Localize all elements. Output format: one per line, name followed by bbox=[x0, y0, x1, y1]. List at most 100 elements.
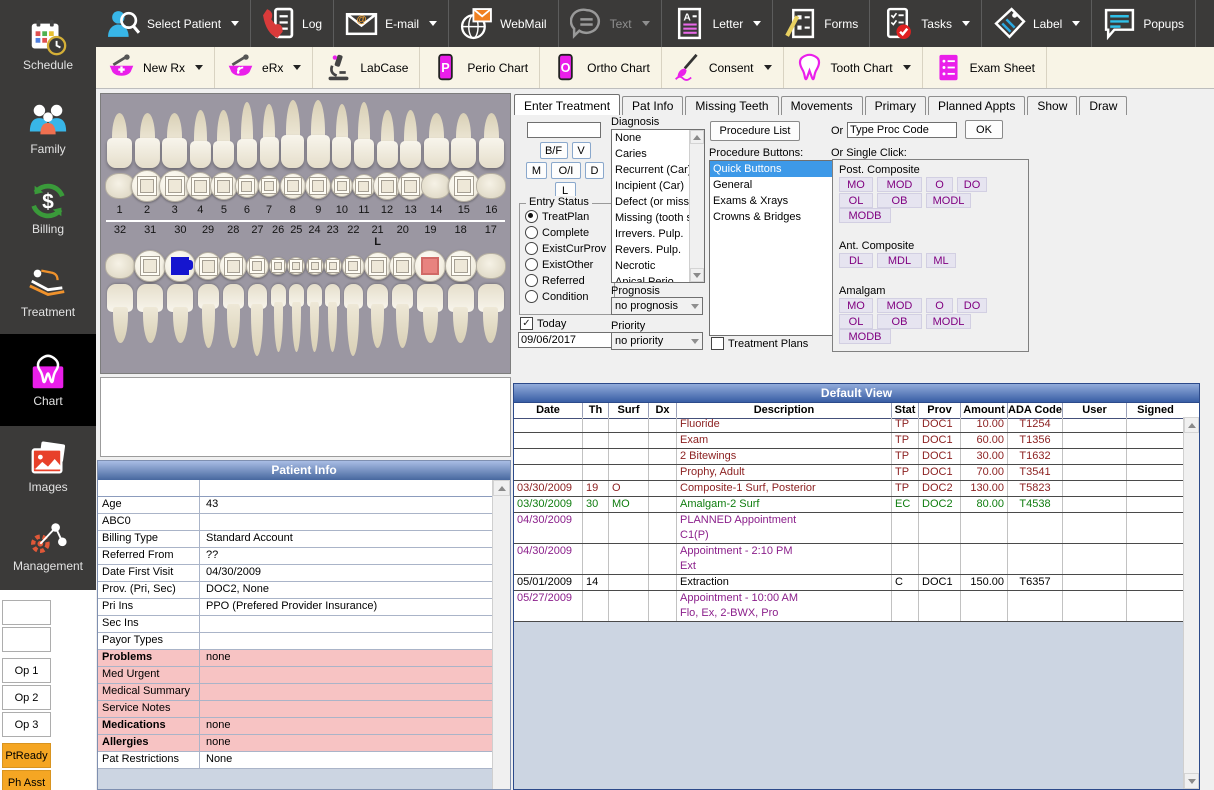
dropdown-arrow-icon[interactable] bbox=[293, 65, 301, 70]
patient-info-row-med-urgent[interactable]: Med Urgent bbox=[98, 667, 493, 684]
table-column-header-date[interactable]: Date bbox=[514, 403, 582, 418]
occlusal-square-marker[interactable] bbox=[327, 260, 339, 272]
tooth-8-graphic[interactable] bbox=[281, 98, 304, 168]
table-column-header-user[interactable]: User bbox=[1062, 403, 1126, 418]
quick-proc-button-post-mod[interactable]: MOD bbox=[877, 177, 922, 192]
tooth-23-graphic[interactable] bbox=[325, 284, 340, 368]
molar-occlusal-surface[interactable] bbox=[421, 173, 451, 199]
tooth-column-14[interactable]: 14 bbox=[423, 98, 450, 217]
tooth-chart-circle[interactable] bbox=[414, 250, 446, 282]
surface-button-v[interactable]: V bbox=[572, 142, 591, 159]
patient-info-row-abc0[interactable]: ABC0 bbox=[98, 514, 493, 531]
tooth-31-graphic[interactable] bbox=[137, 284, 163, 368]
patient-info-row-pat-restrictions[interactable]: Pat RestrictionsNone bbox=[98, 752, 493, 769]
toolbar-button-consent[interactable]: Consent bbox=[662, 47, 784, 88]
tooth-column-15[interactable]: 15 bbox=[450, 98, 477, 217]
occlusal-square-marker[interactable] bbox=[379, 178, 396, 195]
tooth-26-graphic[interactable] bbox=[271, 284, 286, 368]
tooth-3-graphic[interactable] bbox=[162, 98, 187, 168]
dropdown-arrow-icon[interactable] bbox=[962, 21, 970, 26]
patient-info-row-problems[interactable]: Problemsnone bbox=[98, 650, 493, 667]
dropdown-arrow-icon[interactable] bbox=[429, 21, 437, 26]
diagnosis-item[interactable]: Revers. Pulp. bbox=[612, 242, 690, 258]
toolbar-button-popups[interactable]: Popups bbox=[1092, 0, 1196, 47]
toolbar-button-text[interactable]: Text bbox=[559, 0, 662, 47]
toolbar-button-exam-sheet[interactable]: Exam Sheet bbox=[923, 47, 1047, 88]
quick-proc-button-amalgam-modl[interactable]: MODL bbox=[926, 314, 971, 329]
occlusal-square-marker[interactable] bbox=[452, 257, 470, 275]
tooth-chart-circle[interactable] bbox=[287, 257, 305, 275]
tooth-chart-circle[interactable] bbox=[305, 173, 331, 199]
occlusal-square-marker[interactable] bbox=[225, 258, 242, 275]
patient-info-row-service-notes[interactable]: Service Notes bbox=[98, 701, 493, 718]
tooth-column-31[interactable]: 31 bbox=[136, 224, 164, 368]
sidebar-item-treatment[interactable]: Treatment bbox=[0, 248, 96, 334]
tooth-column-9[interactable]: 9 bbox=[306, 98, 331, 217]
tooth-column-8[interactable]: 8 bbox=[280, 98, 305, 217]
dropdown-arrow-icon[interactable] bbox=[195, 65, 203, 70]
tooth-chart-circle[interactable] bbox=[306, 257, 324, 275]
procedure-button-category[interactable]: Quick Buttons bbox=[710, 161, 832, 177]
occlusal-square-marker[interactable] bbox=[141, 257, 159, 275]
toolbar-button-tooth-chart[interactable]: Tooth Chart bbox=[784, 47, 923, 88]
tooth-chart-circle[interactable] bbox=[235, 174, 259, 198]
occlusal-square-marker[interactable] bbox=[272, 260, 284, 272]
op-button-ph-asst[interactable]: Ph Asst bbox=[2, 770, 51, 790]
occlusal-square-marker[interactable] bbox=[166, 177, 184, 195]
tooth-column-6[interactable]: 6 bbox=[236, 98, 258, 217]
tooth-column-7[interactable]: 7 bbox=[259, 98, 280, 217]
dropdown-arrow-icon[interactable] bbox=[903, 65, 911, 70]
tooth-column-1[interactable]: 1 bbox=[106, 98, 133, 217]
sidebar-item-chart[interactable]: Chart bbox=[0, 334, 96, 426]
diagnosis-listbox[interactable]: NoneCariesRecurrent (Car)Incipient (Car)… bbox=[611, 129, 705, 283]
occlusal-square-marker[interactable] bbox=[138, 177, 156, 195]
entry-status-radio-condition[interactable]: Condition bbox=[525, 290, 614, 303]
dropdown-arrow-icon[interactable] bbox=[231, 21, 239, 26]
tooth-column-12[interactable]: 12 bbox=[376, 98, 399, 217]
tooth-14-graphic[interactable] bbox=[424, 98, 449, 168]
tooth-27-graphic[interactable] bbox=[248, 284, 267, 368]
tooth-18-graphic[interactable] bbox=[448, 284, 474, 368]
occlusal-square-marker[interactable] bbox=[285, 178, 301, 194]
dropdown-arrow-icon[interactable] bbox=[642, 21, 650, 26]
tooth-chart-circle[interactable] bbox=[194, 252, 222, 280]
treatment-plans-checkbox-box[interactable] bbox=[711, 337, 724, 350]
quick-proc-button-post-modb[interactable]: MODB bbox=[839, 208, 891, 223]
procedure-button-category[interactable]: General bbox=[710, 177, 832, 193]
toolbar-button-log[interactable]: Log bbox=[251, 0, 334, 47]
quick-proc-button-amalgam-ol[interactable]: OL bbox=[839, 314, 873, 329]
op-button-op-1[interactable]: Op 1 bbox=[2, 658, 51, 683]
tooth-chart-circle[interactable] bbox=[280, 173, 306, 199]
tooth-chart-circle[interactable] bbox=[448, 170, 480, 202]
table-column-header-stat[interactable]: Stat bbox=[891, 403, 918, 418]
table-row[interactable]: 03/30/200930MOAmalgam-2 SurfECDOC280.00T… bbox=[514, 497, 1184, 513]
table-column-header-amount[interactable]: Amount bbox=[960, 403, 1007, 418]
entry-status-radio-referred[interactable]: Referred bbox=[525, 274, 614, 287]
diagnosis-item[interactable]: Apical Perio bbox=[612, 274, 690, 283]
tooth-24-graphic[interactable] bbox=[307, 284, 322, 368]
occlusal-square-marker[interactable] bbox=[200, 258, 217, 275]
sidebar-item-images[interactable]: Images bbox=[0, 426, 96, 506]
procedure-note-box[interactable] bbox=[100, 377, 511, 457]
entry-status-radio-treatplan[interactable]: TreatPlan bbox=[525, 210, 614, 223]
occlusal-square-marker[interactable] bbox=[290, 260, 302, 272]
surface-button-d[interactable]: D bbox=[585, 162, 604, 179]
quick-proc-button-post-modl[interactable]: MODL bbox=[926, 193, 971, 208]
occlusal-square-marker[interactable] bbox=[250, 259, 264, 273]
toolbar-button-labcase[interactable]: LabCase bbox=[313, 47, 420, 88]
amalgam-marker[interactable] bbox=[171, 257, 189, 275]
occlusal-square-marker[interactable] bbox=[309, 260, 321, 272]
tooth-11-graphic[interactable] bbox=[354, 98, 374, 168]
tooth-column-10[interactable]: 10 bbox=[331, 98, 352, 217]
tooth-column-19[interactable]: 19 bbox=[416, 224, 444, 368]
tooth-16-graphic[interactable] bbox=[479, 98, 504, 168]
toolbar-button-new-rx[interactable]: New Rx bbox=[96, 47, 215, 88]
tooth-column-23[interactable]: 23 bbox=[325, 224, 341, 368]
procedure-button-category[interactable]: Crowns & Bridges bbox=[710, 209, 832, 225]
tooth-2-graphic[interactable] bbox=[135, 98, 160, 168]
op-button-ptready[interactable]: PtReady bbox=[2, 743, 51, 768]
patient-info-row-billing-type[interactable]: Billing TypeStandard Account bbox=[98, 531, 493, 548]
sidebar-item-management[interactable]: Management bbox=[0, 506, 96, 584]
tooth-chart-circle[interactable] bbox=[164, 250, 196, 282]
tooth-4-graphic[interactable] bbox=[190, 98, 211, 168]
